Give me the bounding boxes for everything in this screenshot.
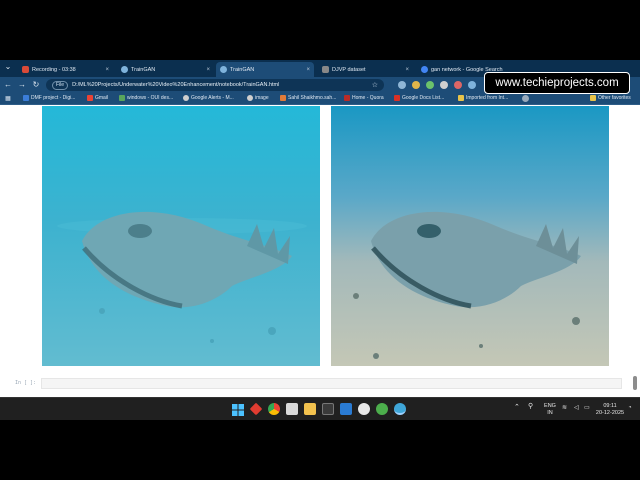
bookmark-windows[interactable]: windows - OUI des... — [119, 95, 173, 101]
edge-icon[interactable] — [394, 403, 406, 415]
bookmark-label: Imported from Int... — [466, 95, 509, 101]
tab-recording[interactable]: Recording - 03:38 × — [18, 62, 113, 77]
quora-icon — [344, 95, 350, 101]
extension-icon[interactable] — [468, 81, 476, 89]
bookmark-label: Sahil Shaikhmo.sah... — [288, 95, 337, 101]
battery-icon[interactable]: ▭ — [584, 405, 590, 412]
vscode-icon[interactable] — [340, 403, 352, 415]
clock[interactable]: 09:11 20-12-2025 — [594, 403, 626, 416]
media-icon[interactable] — [322, 403, 334, 415]
tab-label: Recording - 03:38 — [32, 66, 76, 73]
wifi-icon[interactable]: ≋ — [562, 405, 567, 412]
tab-menu-icon[interactable]: ⌄ — [3, 62, 13, 72]
gmail-icon — [87, 95, 93, 101]
google-icon — [183, 95, 189, 101]
star-icon[interactable]: ☆ — [372, 81, 378, 89]
github-icon[interactable] — [358, 403, 370, 415]
extension-icon[interactable] — [454, 81, 462, 89]
microphone-icon[interactable]: ⚲ — [528, 403, 533, 411]
bookmark-icon — [23, 95, 29, 101]
bookmark-gmail[interactable]: Gmail — [87, 95, 108, 101]
bookmark-label: Google Docs List... — [402, 95, 445, 101]
docs-icon — [394, 95, 400, 101]
windows-icon[interactable] — [232, 403, 244, 416]
bookmark-label: Home - Quora — [352, 95, 384, 101]
watermark-banner: www.techieprojects.com — [484, 72, 630, 94]
globe-icon — [121, 66, 128, 73]
tab-djvp-dataset[interactable]: DJVP dataset × — [318, 62, 413, 77]
close-icon[interactable]: × — [306, 67, 310, 73]
globe-icon — [247, 95, 253, 101]
bookmark-imported[interactable]: Imported from Int... — [458, 95, 508, 101]
input-underwater-image — [42, 106, 320, 366]
back-arrow-icon[interactable]: ← — [3, 80, 13, 90]
tab-traingan-1[interactable]: TrainGAN × — [117, 62, 214, 77]
globe-icon[interactable] — [522, 95, 529, 102]
folder-icon[interactable] — [304, 403, 316, 415]
bookmark-label: windows - OUI des... — [127, 95, 174, 101]
enhanced-underwater-image — [331, 106, 609, 366]
apps-icon[interactable]: ▦ — [3, 94, 13, 104]
bookmark-image[interactable]: image — [247, 95, 269, 101]
scrollbar-thumb[interactable] — [633, 376, 637, 390]
google-icon — [421, 66, 428, 73]
tab-label: DJVP dataset — [332, 66, 366, 73]
bookmark-label: Gmail — [95, 95, 109, 101]
bookmark-google-docs[interactable]: Google Docs List... — [394, 95, 444, 101]
code-cell[interactable]: In [ ]: — [15, 377, 622, 389]
bookmark-label: Google Alerts - M... — [191, 95, 234, 101]
notebook-content: In [ ]: — [0, 106, 640, 397]
folder-icon — [458, 95, 464, 101]
bookmark-icon — [119, 95, 125, 101]
url-text: D:/ML%20Projects/Underwater%20Video%20En… — [72, 82, 280, 88]
bookmark-label: image — [255, 95, 269, 101]
clock-date: 20-12-2025 — [595, 409, 625, 416]
bookmark-label: Other favorites — [598, 95, 631, 101]
close-icon[interactable]: × — [405, 67, 409, 73]
volume-icon[interactable]: ◁ — [574, 405, 579, 412]
desktop-screen: ⌄ Recording - 03:38 × TrainGAN × TrainGA… — [0, 60, 640, 420]
bookmark-google-alerts[interactable]: Google Alerts - M... — [183, 95, 234, 101]
app-icon[interactable] — [249, 402, 263, 416]
extension-icon[interactable] — [426, 81, 434, 89]
chevron-up-icon[interactable]: ⌃ — [514, 404, 520, 412]
language-code: ENG — [544, 403, 556, 409]
cell-input[interactable] — [41, 377, 622, 389]
tab-label: TrainGAN — [131, 66, 156, 73]
cell-prompt: In [ ]: — [15, 380, 37, 386]
folder-icon — [590, 95, 596, 101]
bookmarks-bar: ▦ DMF project - Digi... Gmail windows - … — [0, 93, 640, 105]
windows-taskbar: ⌃ ⚲ ENG IN ≋ ◁ ▭ 09:11 20-12-2025 ◔ — [0, 397, 640, 420]
region-code: IN — [547, 409, 553, 416]
close-icon[interactable]: × — [206, 67, 210, 73]
bookmark-sahil[interactable]: Sahil Shaikhmo.sah... — [280, 95, 336, 101]
bookmark-label: DMF project - Digi... — [31, 95, 76, 101]
globe-icon — [220, 66, 227, 73]
extension-icon[interactable] — [440, 81, 448, 89]
forward-arrow-icon[interactable]: → — [17, 80, 27, 90]
address-bar[interactable]: File D:/ML%20Projects/Underwater%20Video… — [46, 79, 384, 91]
chrome-icon[interactable] — [268, 403, 280, 415]
app-icon[interactable] — [376, 403, 388, 415]
calculator-icon[interactable] — [286, 403, 298, 415]
record-icon — [22, 66, 29, 73]
extension-icon[interactable] — [412, 81, 420, 89]
tab-traingan-active[interactable]: TrainGAN × — [216, 62, 314, 77]
notification-icon[interactable]: ◔ — [628, 405, 632, 412]
close-icon[interactable]: × — [105, 67, 109, 73]
bookmark-icon — [280, 95, 286, 101]
reload-icon[interactable]: ↻ — [31, 80, 41, 90]
bookmark-quora[interactable]: Home - Quora — [344, 95, 384, 101]
bookmark-dmf[interactable]: DMF project - Digi... — [23, 95, 75, 101]
site-info-badge[interactable]: File — [52, 80, 69, 90]
language-indicator[interactable]: ENG IN — [542, 403, 558, 416]
bookmark-other-favorites[interactable]: Other favorites — [590, 95, 631, 101]
page-icon — [322, 66, 329, 73]
extension-icon[interactable] — [398, 81, 406, 89]
tab-label: TrainGAN — [230, 66, 255, 73]
